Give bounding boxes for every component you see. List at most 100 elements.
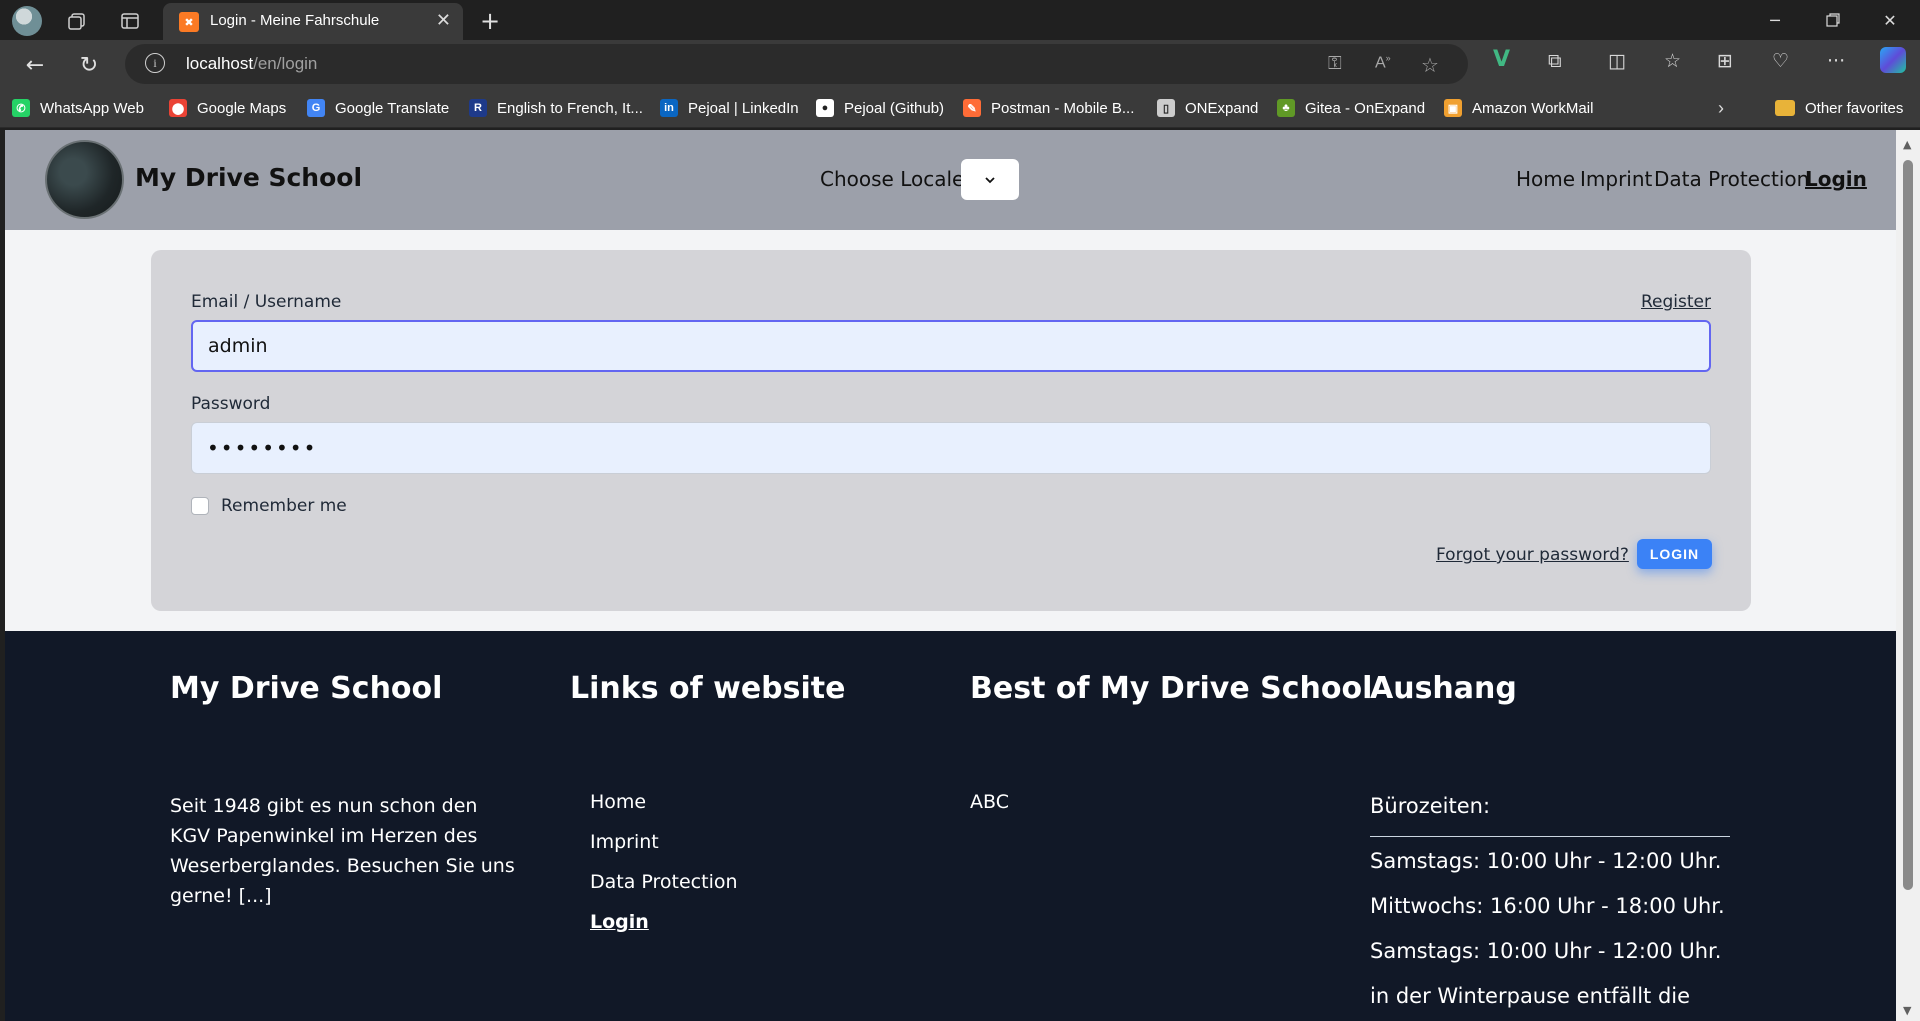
email-label: Email / Username	[191, 292, 342, 312]
url-text[interactable]: localhost/en/login	[186, 54, 317, 74]
bookmark-item[interactable]: R English to French, It...	[469, 97, 643, 119]
footer-link-home[interactable]: Home	[590, 791, 646, 813]
nav-data-protection[interactable]: Data Protection	[1654, 167, 1809, 191]
back-icon[interactable]: ←	[18, 48, 52, 82]
password-field[interactable]: ••••••••	[191, 422, 1711, 474]
site-brand[interactable]: My Drive School	[135, 163, 362, 192]
google-translate-icon: G	[307, 99, 325, 117]
read-aloud-icon[interactable]: A»	[1375, 53, 1391, 72]
postman-icon: ✎	[963, 99, 981, 117]
page-scrollbar[interactable]: ▲ ▼	[1896, 130, 1920, 1021]
footer-aushang-title: Aushang	[1370, 671, 1517, 706]
gitea-icon: ♣	[1277, 99, 1295, 117]
bookmark-item[interactable]: ● Pejoal (Github)	[816, 97, 944, 119]
minimize-icon[interactable]: ─	[1752, 4, 1798, 36]
site-info-icon[interactable]: i	[145, 53, 165, 73]
whatsapp-icon: ✆	[12, 99, 30, 117]
extensions-icon[interactable]: ⧉	[1548, 50, 1562, 72]
footer-brand-title: My Drive School	[170, 671, 443, 706]
other-favorites-label: Other favorites	[1805, 99, 1904, 117]
bookmark-label: Amazon WorkMail	[1472, 99, 1594, 117]
bookmark-label: Postman - Mobile B...	[991, 99, 1135, 117]
password-label: Password	[191, 394, 271, 414]
key-icon[interactable]: ⚿	[1328, 53, 1342, 74]
forgot-password-link[interactable]: Forgot your password?	[1436, 545, 1629, 565]
office-hours-heading: Bürozeiten:	[1370, 794, 1491, 818]
bookmark-item[interactable]: ⬤ Google Maps	[169, 97, 286, 119]
scroll-thumb[interactable]	[1903, 160, 1913, 890]
copilot-icon[interactable]	[1880, 47, 1906, 73]
reverso-icon: R	[469, 99, 487, 117]
locale-select[interactable]	[961, 159, 1019, 200]
nav-imprint[interactable]: Imprint	[1580, 167, 1652, 191]
collections-icon[interactable]: ⊞	[1717, 50, 1733, 72]
scroll-down-icon[interactable]: ▼	[1903, 1004, 1911, 1017]
folder-icon	[1775, 100, 1795, 116]
divider	[1370, 836, 1730, 837]
document-icon: ▯	[1157, 99, 1175, 117]
footer-link-data-protection[interactable]: Data Protection	[590, 871, 738, 893]
footer-links-title: Links of website	[570, 671, 846, 706]
site-header: My Drive School Choose Locale Home Impri…	[5, 130, 1896, 230]
chevron-down-icon	[985, 176, 995, 183]
new-tab-icon[interactable]: +	[475, 6, 505, 36]
scroll-up-icon[interactable]: ▲	[1903, 138, 1911, 151]
footer-best-item: ABC	[970, 791, 1009, 813]
github-icon: ●	[816, 99, 834, 117]
favorite-star-icon[interactable]: ☆	[1421, 53, 1439, 77]
tab-title: Login - Meine Fahrschule	[210, 12, 380, 29]
remember-me-checkbox[interactable]	[191, 497, 209, 515]
footer-best-title: Best of My Drive School	[970, 671, 1373, 706]
bookmark-label: English to French, It...	[497, 99, 643, 117]
nav-home[interactable]: Home	[1516, 167, 1575, 191]
tab-actions-icon[interactable]	[115, 6, 145, 36]
bookmark-item[interactable]: G Google Translate	[307, 97, 449, 119]
bookmark-label: Google Maps	[197, 99, 287, 117]
refresh-icon[interactable]: ↻	[72, 48, 106, 82]
close-window-icon[interactable]: ✕	[1867, 4, 1913, 36]
site-logo[interactable]	[45, 140, 124, 219]
nav-login[interactable]: Login	[1805, 167, 1867, 191]
office-hours-line: Samstags: 10:00 Uhr - 12:00 Uhr.	[1370, 939, 1722, 963]
browser-tab-bar: ✖ Login - Meine Fahrschule ✕ + ─ ✕	[0, 0, 1920, 40]
vue-devtools-icon[interactable]: V	[1493, 47, 1510, 72]
bookmark-item[interactable]: in Pejoal | LinkedIn	[660, 97, 799, 119]
favorites-icon[interactable]: ☆	[1664, 50, 1681, 72]
bookmark-item[interactable]: ✎ Postman - Mobile B...	[963, 97, 1134, 119]
footer-link-imprint[interactable]: Imprint	[590, 831, 659, 853]
profile-avatar[interactable]	[12, 6, 42, 36]
bookmark-item[interactable]: ▣ Amazon WorkMail	[1444, 97, 1593, 119]
other-favorites[interactable]: Other favorites	[1775, 97, 1903, 119]
bookmark-label: Google Translate	[335, 99, 450, 117]
register-link[interactable]: Register	[1641, 292, 1711, 312]
tab-login[interactable]: ✖ Login - Meine Fahrschule ✕	[163, 3, 463, 40]
browser-essentials-icon[interactable]: ♡	[1772, 50, 1789, 72]
amazon-workmail-icon: ▣	[1444, 99, 1462, 117]
close-tab-icon[interactable]: ✕	[436, 10, 451, 31]
bookmark-item[interactable]: ♣ Gitea - OnExpand	[1277, 97, 1425, 119]
password-value: ••••••••	[207, 436, 318, 460]
bookmark-item[interactable]: ▯ ONExpand	[1157, 97, 1258, 119]
site-footer: My Drive School Seit 1948 gibt es nun sc…	[5, 631, 1896, 1021]
restore-icon[interactable]	[1810, 4, 1856, 36]
footer-link-login[interactable]: Login	[590, 911, 649, 933]
footer-about-text: Seit 1948 gibt es nun schon den KGV Pape…	[170, 795, 515, 907]
remember-me-label[interactable]: Remember me	[221, 496, 347, 516]
login-button[interactable]: LOGIN	[1637, 539, 1712, 569]
email-field[interactable]: admin	[191, 320, 1711, 372]
address-bar[interactable]: i localhost/en/login ⚿ A» ☆	[125, 44, 1468, 84]
chevron-right-icon[interactable]: ›	[1718, 97, 1724, 119]
choose-locale-label: Choose Locale	[820, 167, 965, 191]
bookmark-label: ONExpand	[1185, 99, 1259, 117]
office-hours-line: in der Winterpause entfällt die	[1370, 984, 1691, 1008]
bookmark-label: WhatsApp Web	[40, 99, 144, 117]
workspaces-icon[interactable]	[62, 6, 92, 36]
login-card: Email / Username Register admin Password…	[151, 250, 1751, 611]
xampp-icon: ✖	[179, 12, 199, 32]
bookmark-label: Gitea - OnExpand	[1305, 99, 1426, 117]
split-screen-icon[interactable]: ◫	[1608, 50, 1626, 72]
bookmark-label: Pejoal (Github)	[844, 99, 945, 117]
more-menu-icon[interactable]: ···	[1827, 50, 1845, 72]
bookmark-label: Pejoal | LinkedIn	[688, 99, 799, 117]
bookmark-item[interactable]: ✆ WhatsApp Web	[12, 97, 144, 119]
